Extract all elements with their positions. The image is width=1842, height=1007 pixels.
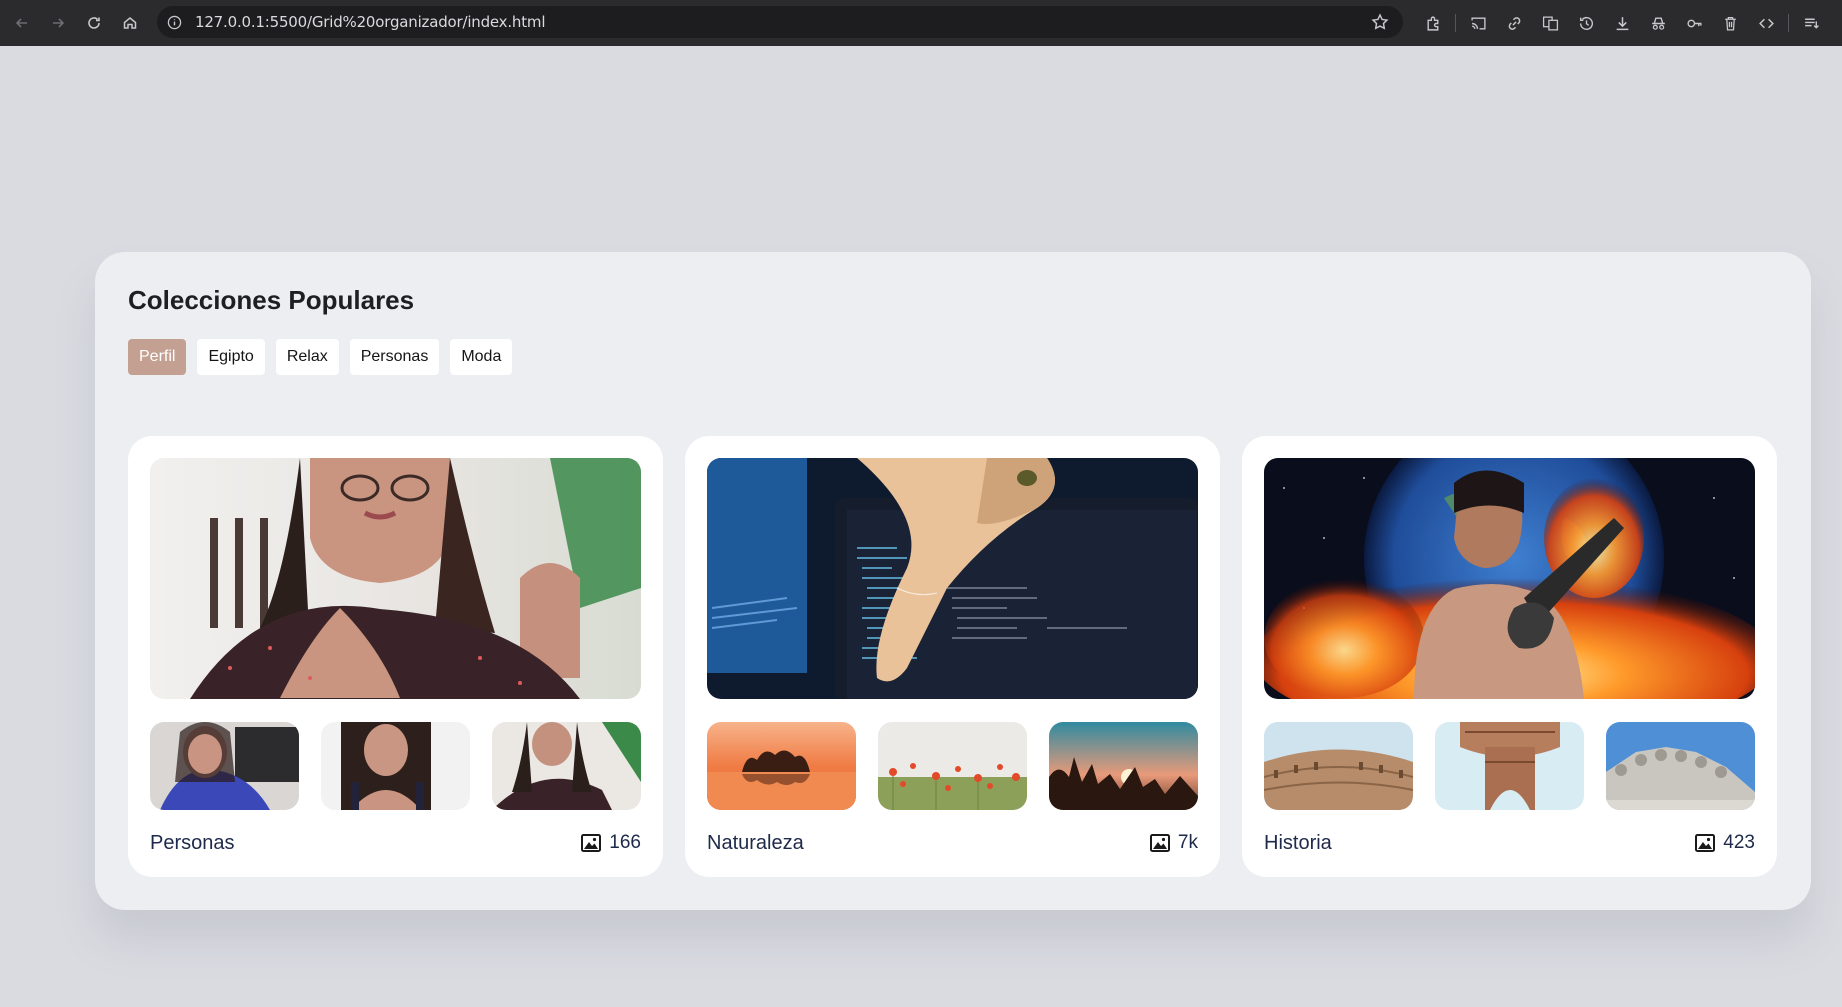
collection-card[interactable]: Naturaleza 7k xyxy=(685,436,1220,877)
collection-thumbnail[interactable] xyxy=(878,722,1027,810)
collection-count: 7k xyxy=(1149,832,1198,854)
address-bar[interactable]: 127.0.0.1:5500/Grid%20organizador/index.… xyxy=(157,6,1403,38)
incognito-button[interactable] xyxy=(1640,8,1676,38)
history-icon xyxy=(1579,16,1593,30)
collection-thumbnails xyxy=(1264,722,1755,810)
collection-footer: Historia 423 xyxy=(1264,831,1755,855)
filter-chip-moda[interactable]: Moda xyxy=(450,339,513,375)
collection-count-value: 7k xyxy=(1177,832,1198,853)
browser-toolbar: 127.0.0.1:5500/Grid%20organizador/index.… xyxy=(0,0,1842,46)
back-button[interactable] xyxy=(8,9,36,37)
arrow-left-icon xyxy=(15,18,27,28)
collection-hero-image[interactable] xyxy=(1264,458,1755,699)
bookmark-star-icon[interactable] xyxy=(1371,13,1389,31)
password-button[interactable] xyxy=(1676,8,1712,38)
image-icon xyxy=(1695,834,1716,852)
url-text: 127.0.0.1:5500/Grid%20organizador/index.… xyxy=(195,13,546,31)
download-icon xyxy=(1616,16,1628,30)
site-info-icon[interactable] xyxy=(165,13,183,31)
collections-panel: Colecciones Populares Perfil Egipto Rela… xyxy=(95,252,1811,910)
collection-thumbnail[interactable] xyxy=(1264,722,1413,810)
collection-name: Historia xyxy=(1264,831,1332,854)
toolbar-divider xyxy=(1788,14,1789,32)
collection-thumbnail[interactable] xyxy=(150,722,299,810)
collection-thumbnail[interactable] xyxy=(707,722,856,810)
collection-card[interactable]: Historia 423 xyxy=(1242,436,1777,877)
forward-button[interactable] xyxy=(44,9,72,37)
translate-button[interactable] xyxy=(1532,8,1568,38)
toolbar-extensions xyxy=(1415,0,1829,46)
puzzle-icon xyxy=(1426,16,1438,31)
collection-thumbnail[interactable] xyxy=(1435,722,1584,810)
collection-count: 423 xyxy=(1695,832,1755,854)
translate-icon xyxy=(1542,15,1558,31)
collection-name: Personas xyxy=(150,831,235,854)
history-button[interactable] xyxy=(1568,8,1604,38)
reload-button[interactable] xyxy=(80,9,108,37)
incognito-icon xyxy=(1651,16,1665,30)
collection-thumbnail[interactable] xyxy=(492,722,641,810)
image-icon xyxy=(1149,834,1170,852)
filter-chip-relax[interactable]: Relax xyxy=(275,339,339,375)
arrow-right-icon xyxy=(53,18,65,28)
playlist-icon xyxy=(1804,18,1819,29)
filter-bar: Perfil Egipto Relax Personas Moda xyxy=(128,339,513,375)
filter-chip-egipto[interactable]: Egipto xyxy=(197,339,265,375)
delete-button[interactable] xyxy=(1712,8,1748,38)
filter-chip-perfil[interactable]: Perfil xyxy=(128,339,187,375)
filter-chip-personas[interactable]: Personas xyxy=(349,339,440,375)
collection-count: 166 xyxy=(581,832,641,854)
reload-icon xyxy=(88,17,100,29)
key-icon xyxy=(1686,19,1702,27)
collection-hero-image[interactable] xyxy=(707,458,1198,699)
toolbar-divider xyxy=(1455,14,1456,32)
collection-hero-image[interactable] xyxy=(150,458,641,699)
home-icon xyxy=(123,17,137,29)
devtools-button[interactable] xyxy=(1748,8,1784,38)
collection-footer: Naturaleza 7k xyxy=(707,831,1198,855)
collection-name: Naturaleza xyxy=(707,831,804,854)
collection-thumbnail[interactable] xyxy=(1049,722,1198,810)
collection-thumbnails xyxy=(707,722,1198,810)
extensions-button[interactable] xyxy=(1415,8,1451,38)
code-icon xyxy=(1758,18,1774,28)
link-icon xyxy=(1508,16,1520,30)
trash-icon xyxy=(1724,16,1736,31)
collection-thumbnails xyxy=(150,722,641,810)
home-button[interactable] xyxy=(116,9,144,37)
page-title: Colecciones Populares xyxy=(128,285,415,315)
cast-icon xyxy=(1470,16,1486,30)
collection-thumbnail[interactable] xyxy=(1606,722,1755,810)
collection-thumbnail[interactable] xyxy=(321,722,470,810)
collection-count-value: 423 xyxy=(1723,832,1755,853)
download-button[interactable] xyxy=(1604,8,1640,38)
link-button[interactable] xyxy=(1496,8,1532,38)
collection-count-value: 166 xyxy=(609,832,641,853)
collection-card[interactable]: Personas 166 xyxy=(128,436,663,877)
collections-grid: Personas 166 Naturaleza 7k Historia 423 xyxy=(128,436,1777,877)
collection-footer: Personas 166 xyxy=(150,831,641,855)
image-icon xyxy=(581,834,602,852)
cast-button[interactable] xyxy=(1460,8,1496,38)
reading-list-button[interactable] xyxy=(1793,8,1829,38)
